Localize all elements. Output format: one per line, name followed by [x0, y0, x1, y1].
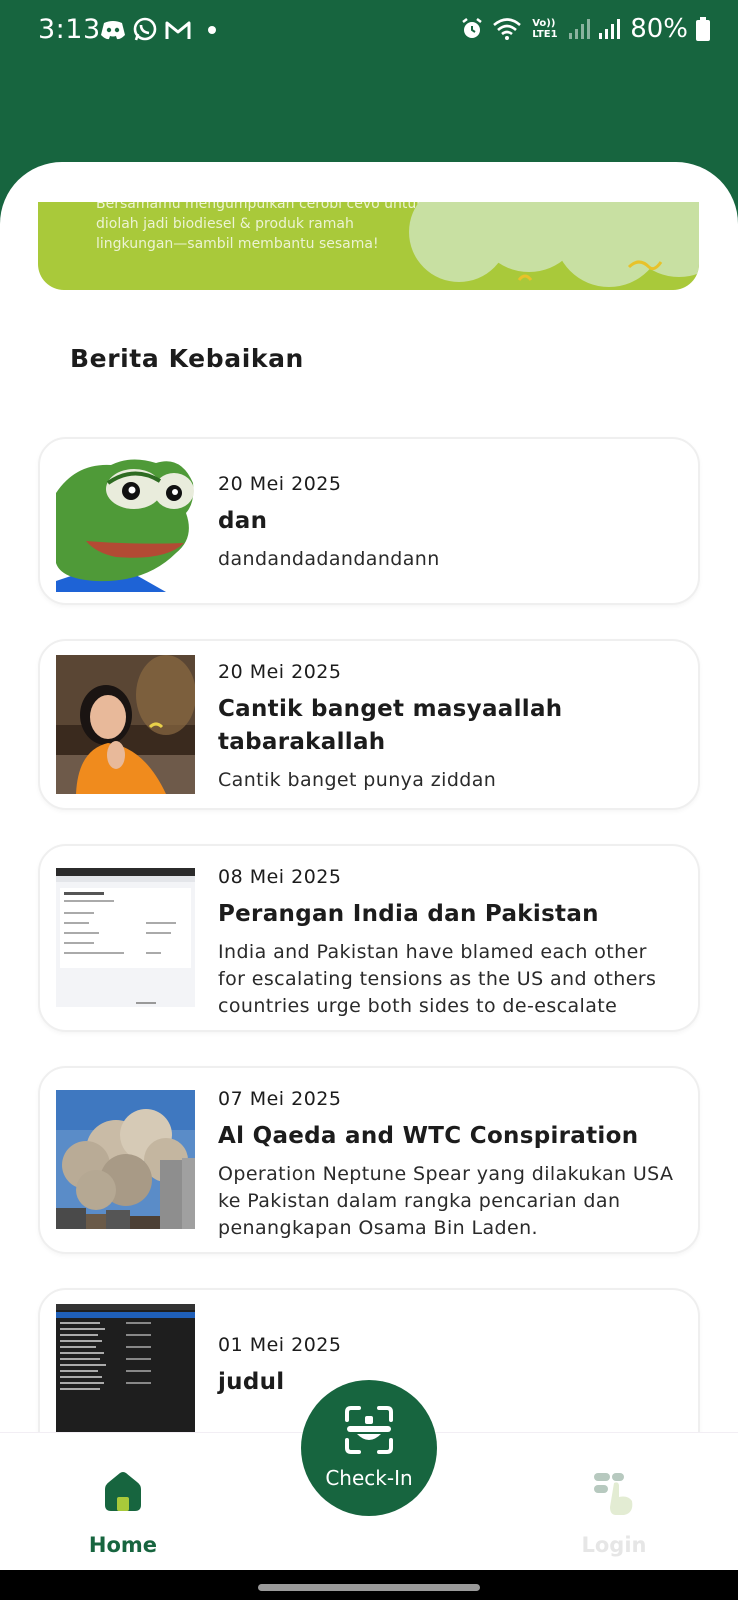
- checkin-label: Check-In: [325, 1466, 413, 1490]
- face-scan-icon: [345, 1406, 393, 1454]
- news-excerpt: Cantik banget punya ziddan: [218, 769, 497, 791]
- checkin-button[interactable]: Check-In: [301, 1380, 437, 1516]
- frog-meme-image: [56, 453, 195, 592]
- section-title: Berita Kebaikan: [70, 344, 304, 373]
- banner-text: Bersamamu mengumpulkan cerobi cevo untuk…: [96, 202, 425, 252]
- news-title: Al Qaeda and WTC Conspiration: [218, 1123, 639, 1149]
- news-card[interactable]: 08 Mei 2025 Perangan India dan Pakistan …: [38, 844, 700, 1032]
- news-thumbnail: [56, 453, 195, 592]
- news-card[interactable]: 07 Mei 2025 Al Qaeda and WTC Conspiratio…: [38, 1066, 700, 1254]
- system-icons: Vo)) LTE1 80%: [460, 14, 710, 44]
- whatsapp-icon: [133, 17, 157, 41]
- content-sheet: Bersamamu mengumpulkan cerobi cevo untuk…: [0, 162, 738, 1432]
- news-text: 20 Mei 2025 Cantik banget masyaallah tab…: [218, 661, 676, 794]
- signal-icon-sim2: [599, 19, 621, 39]
- news-thumbnail: [56, 868, 195, 1007]
- nav-login[interactable]: Login: [514, 1433, 714, 1571]
- news-text: 07 Mei 2025 Al Qaeda and WTC Conspiratio…: [218, 1088, 676, 1242]
- gmail-icon: [165, 21, 191, 39]
- discord-icon: [101, 21, 125, 40]
- status-time: 3:13: [38, 14, 101, 45]
- news-date: 20 Mei 2025: [218, 661, 342, 683]
- more-notifications-dot: [208, 26, 216, 34]
- login-icon: [594, 1473, 633, 1515]
- girl-praying-photo: [56, 655, 195, 794]
- smoke-tower-photo: [56, 1090, 195, 1229]
- news-title: Cantik banget masyaallah tabarakallah: [218, 696, 563, 755]
- news-title: Perangan India dan Pakistan: [218, 901, 599, 927]
- news-title: dan: [218, 508, 268, 534]
- news-date: 20 Mei 2025: [218, 473, 342, 495]
- battery-icon: [696, 17, 710, 41]
- home-icon: [105, 1472, 141, 1511]
- news-card[interactable]: 20 Mei 2025 dan dandandadandandann: [38, 437, 700, 605]
- notification-icons: [100, 17, 216, 43]
- battery-percent: 80%: [630, 14, 688, 44]
- news-date: 07 Mei 2025: [218, 1088, 342, 1110]
- news-excerpt: India and Pakistan have blamed each othe…: [218, 941, 657, 1017]
- news-excerpt: Operation Neptune Spear yang dilakukan U…: [218, 1163, 674, 1239]
- news-card[interactable]: 20 Mei 2025 Cantik banget masyaallah tab…: [38, 639, 700, 810]
- web-form-screenshot: [56, 868, 195, 1007]
- news-thumbnail: [56, 1304, 195, 1432]
- news-excerpt: dandandadandandann: [218, 548, 440, 570]
- alarm-icon: [462, 18, 482, 38]
- news-thumbnail: [56, 655, 195, 794]
- news-text: 01 Mei 2025 judul: [218, 1334, 676, 1399]
- news-thumbnail: [56, 1090, 195, 1229]
- nav-login-label: Login: [581, 1533, 647, 1557]
- cloud-illustration: [409, 202, 699, 287]
- news-date: 08 Mei 2025: [218, 866, 342, 888]
- app-screen: 3:13 Vo)) LTE1 80% Bersamamu mengumpulka…: [0, 0, 738, 1600]
- nav-home-label: Home: [88, 1533, 158, 1557]
- promo-banner[interactable]: Bersamamu mengumpulkan cerobi cevo untuk…: [38, 202, 699, 290]
- nav-home[interactable]: Home: [23, 1433, 223, 1571]
- file-list-screenshot: [56, 1304, 195, 1432]
- news-text: 08 Mei 2025 Perangan India dan Pakistan …: [218, 866, 676, 1020]
- wifi-icon: [493, 18, 522, 40]
- news-text: 20 Mei 2025 dan dandandadandandann: [218, 473, 676, 573]
- news-title: judul: [218, 1369, 285, 1395]
- gesture-handle[interactable]: [258, 1584, 480, 1591]
- signal-icon-sim1: [569, 19, 591, 39]
- news-date: 01 Mei 2025: [218, 1334, 342, 1356]
- status-bar: 3:13 Vo)) LTE1 80%: [0, 0, 738, 62]
- lte-label: Vo)) LTE1: [532, 18, 558, 40]
